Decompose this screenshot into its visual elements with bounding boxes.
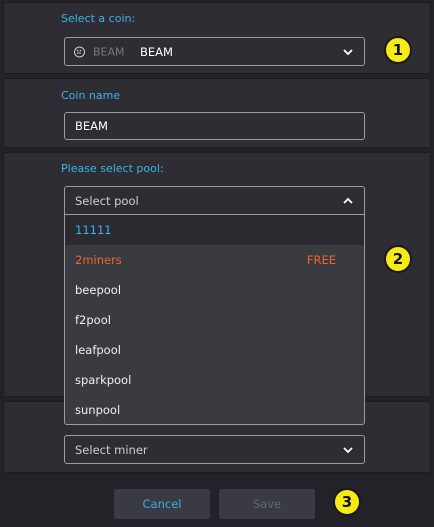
pool-option-label: sparkpool (75, 373, 132, 387)
coin-selected-name: BEAM (140, 44, 173, 59)
pool-option[interactable]: f2pool (65, 305, 364, 335)
coin-name-field[interactable]: BEAM (64, 112, 365, 140)
coin-logo-icon (74, 46, 85, 57)
step-badge-1: 1 (384, 36, 412, 64)
pool-option[interactable]: 11111 (65, 215, 364, 245)
chevron-down-icon (343, 48, 353, 55)
step-badge-3: 3 (333, 488, 361, 516)
pool-option-label: sunpool (75, 403, 121, 417)
chevron-up-icon (343, 197, 353, 204)
pool-option[interactable]: sunpool (65, 395, 364, 424)
pool-option-label: 2miners (75, 253, 122, 267)
pool-option[interactable]: beepool (65, 275, 364, 305)
flight-sheet-form: Select a coin: BEAM BEAM 1 Coin name BEA… (0, 0, 434, 527)
pool-option-label: f2pool (75, 313, 111, 327)
coin-section-label: Select a coin: (61, 12, 136, 25)
pool-option-label: leafpool (75, 343, 121, 357)
pool-option[interactable]: leafpool (65, 335, 364, 365)
pool-option-label: 11111 (75, 223, 112, 237)
pool-dropdown-list: 11111 2miners FREE beepool f2pool leafpo… (64, 215, 365, 425)
coin-ticker: BEAM (93, 45, 125, 58)
free-tag: FREE (306, 253, 336, 267)
pool-select-placeholder: Select pool (75, 193, 139, 208)
coin-name-value: BEAM (75, 119, 108, 133)
coin-select[interactable]: BEAM BEAM (64, 37, 365, 66)
pool-section-label: Please select pool: (61, 162, 164, 175)
cancel-button[interactable]: Cancel (114, 489, 210, 519)
miner-select[interactable]: Select miner (64, 435, 365, 464)
chevron-down-icon (343, 446, 353, 453)
step-badge-2: 2 (384, 245, 412, 273)
coin-name-label: Coin name (61, 89, 121, 102)
pool-option-label: beepool (75, 283, 122, 297)
save-button[interactable]: Save (219, 489, 315, 519)
pool-option[interactable]: 2miners FREE (65, 245, 364, 275)
pool-option[interactable]: sparkpool (65, 365, 364, 395)
miner-select-placeholder: Select miner (75, 442, 148, 457)
pool-select[interactable]: Select pool (64, 186, 365, 215)
